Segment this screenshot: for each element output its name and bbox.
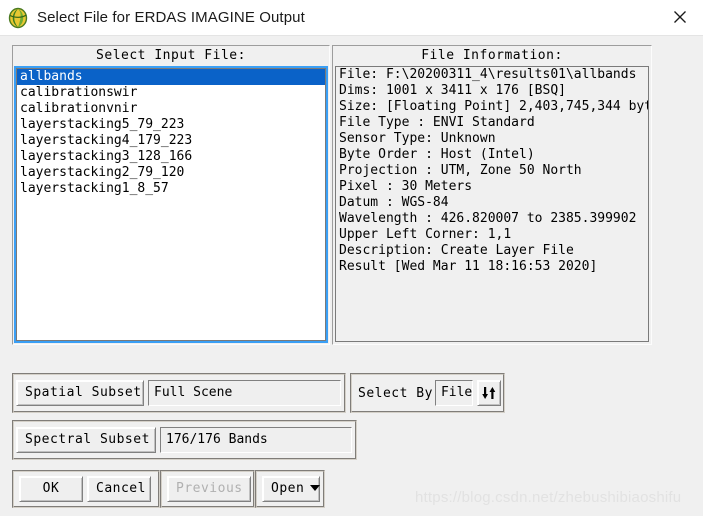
file-information-header: File Information:: [421, 48, 563, 63]
close-icon[interactable]: [657, 0, 703, 34]
file-info-line: Size: [Floating Point] 2,403,745,344 byt…: [339, 99, 648, 114]
select-by-row: Select By File: [350, 373, 505, 413]
title-bar: Select File for ERDAS IMAGINE Output: [0, 0, 703, 36]
select-by-value: File: [434, 380, 474, 406]
file-info-line: Description: Create Layer File: [339, 243, 574, 258]
spectral-subset-row: Spectral Subset 176/176 Bands: [12, 420, 357, 460]
file-information-panel: File Information: File: F:\20200311_4\re…: [332, 45, 652, 345]
file-information-text: File: F:\20200311_4\results01\allbands Di…: [335, 66, 649, 342]
down-up-arrows-icon[interactable]: [477, 380, 501, 406]
open-group: Open: [255, 470, 325, 508]
select-input-file-header: Select Input File:: [96, 48, 246, 63]
open-button-label: Open: [271, 481, 305, 496]
file-info-line: Sensor Type: Unknown: [339, 131, 496, 146]
chevron-down-icon: [310, 484, 321, 491]
list-item[interactable]: layerstacking5_79_223: [17, 117, 325, 133]
file-info-line: Pixel : 30 Meters: [339, 179, 473, 194]
list-item[interactable]: calibrationvnir: [17, 101, 325, 117]
ok-button[interactable]: OK: [19, 476, 83, 502]
list-item[interactable]: calibrationswir: [17, 85, 325, 101]
spatial-subset-button[interactable]: Spatial Subset: [16, 380, 144, 406]
globe-icon: [7, 7, 29, 29]
list-item[interactable]: layerstacking1_8_57: [17, 181, 325, 197]
file-info-line: Datum : WGS-84: [339, 195, 449, 210]
select-by-label: Select By: [358, 385, 433, 401]
list-item[interactable]: layerstacking4_179_223: [17, 133, 325, 149]
previous-group: Previous: [160, 470, 255, 508]
previous-button: Previous: [167, 476, 251, 502]
spatial-subset-row: Spatial Subset Full Scene: [12, 373, 346, 413]
file-info-line: Wavelength : 426.820007 to 2385.399902: [339, 211, 637, 226]
select-input-file-panel: Select Input File: allbands calibrationsw…: [12, 45, 330, 345]
file-info-line: Result [Wed Mar 11 18:16:53 2020]: [339, 259, 598, 274]
list-item[interactable]: layerstacking2_79_120: [17, 165, 325, 181]
file-info-line: File Type : ENVI Standard: [339, 115, 535, 130]
spatial-subset-value: Full Scene: [148, 380, 341, 406]
file-info-line: Projection : UTM, Zone 50 North: [339, 163, 582, 178]
cancel-button[interactable]: Cancel: [87, 476, 151, 502]
file-info-line: File: F:\20200311_4\results01\allbands: [339, 67, 637, 82]
file-list-focus-ring: allbands calibrationswir calibrationvnir la…: [14, 66, 328, 343]
open-button[interactable]: Open: [262, 476, 321, 502]
file-list[interactable]: allbands calibrationswir calibrationvnir la…: [16, 68, 326, 341]
file-info-line: Dims: 1001 x 3411 x 176 [BSQ]: [339, 83, 566, 98]
list-item[interactable]: layerstacking3_128_166: [17, 149, 325, 165]
file-info-line: Upper Left Corner: 1,1: [339, 227, 512, 242]
list-item[interactable]: allbands: [17, 69, 325, 85]
file-info-line: Byte Order : Host (Intel): [339, 147, 535, 162]
spectral-subset-value: 176/176 Bands: [160, 427, 352, 453]
ok-cancel-group: OK Cancel: [12, 470, 160, 508]
spectral-subset-button[interactable]: Spectral Subset: [16, 427, 156, 453]
watermark-text: https://blog.csdn.net/zhebushibiaoshifu: [415, 489, 682, 506]
window-title: Select File for ERDAS IMAGINE Output: [37, 9, 305, 26]
